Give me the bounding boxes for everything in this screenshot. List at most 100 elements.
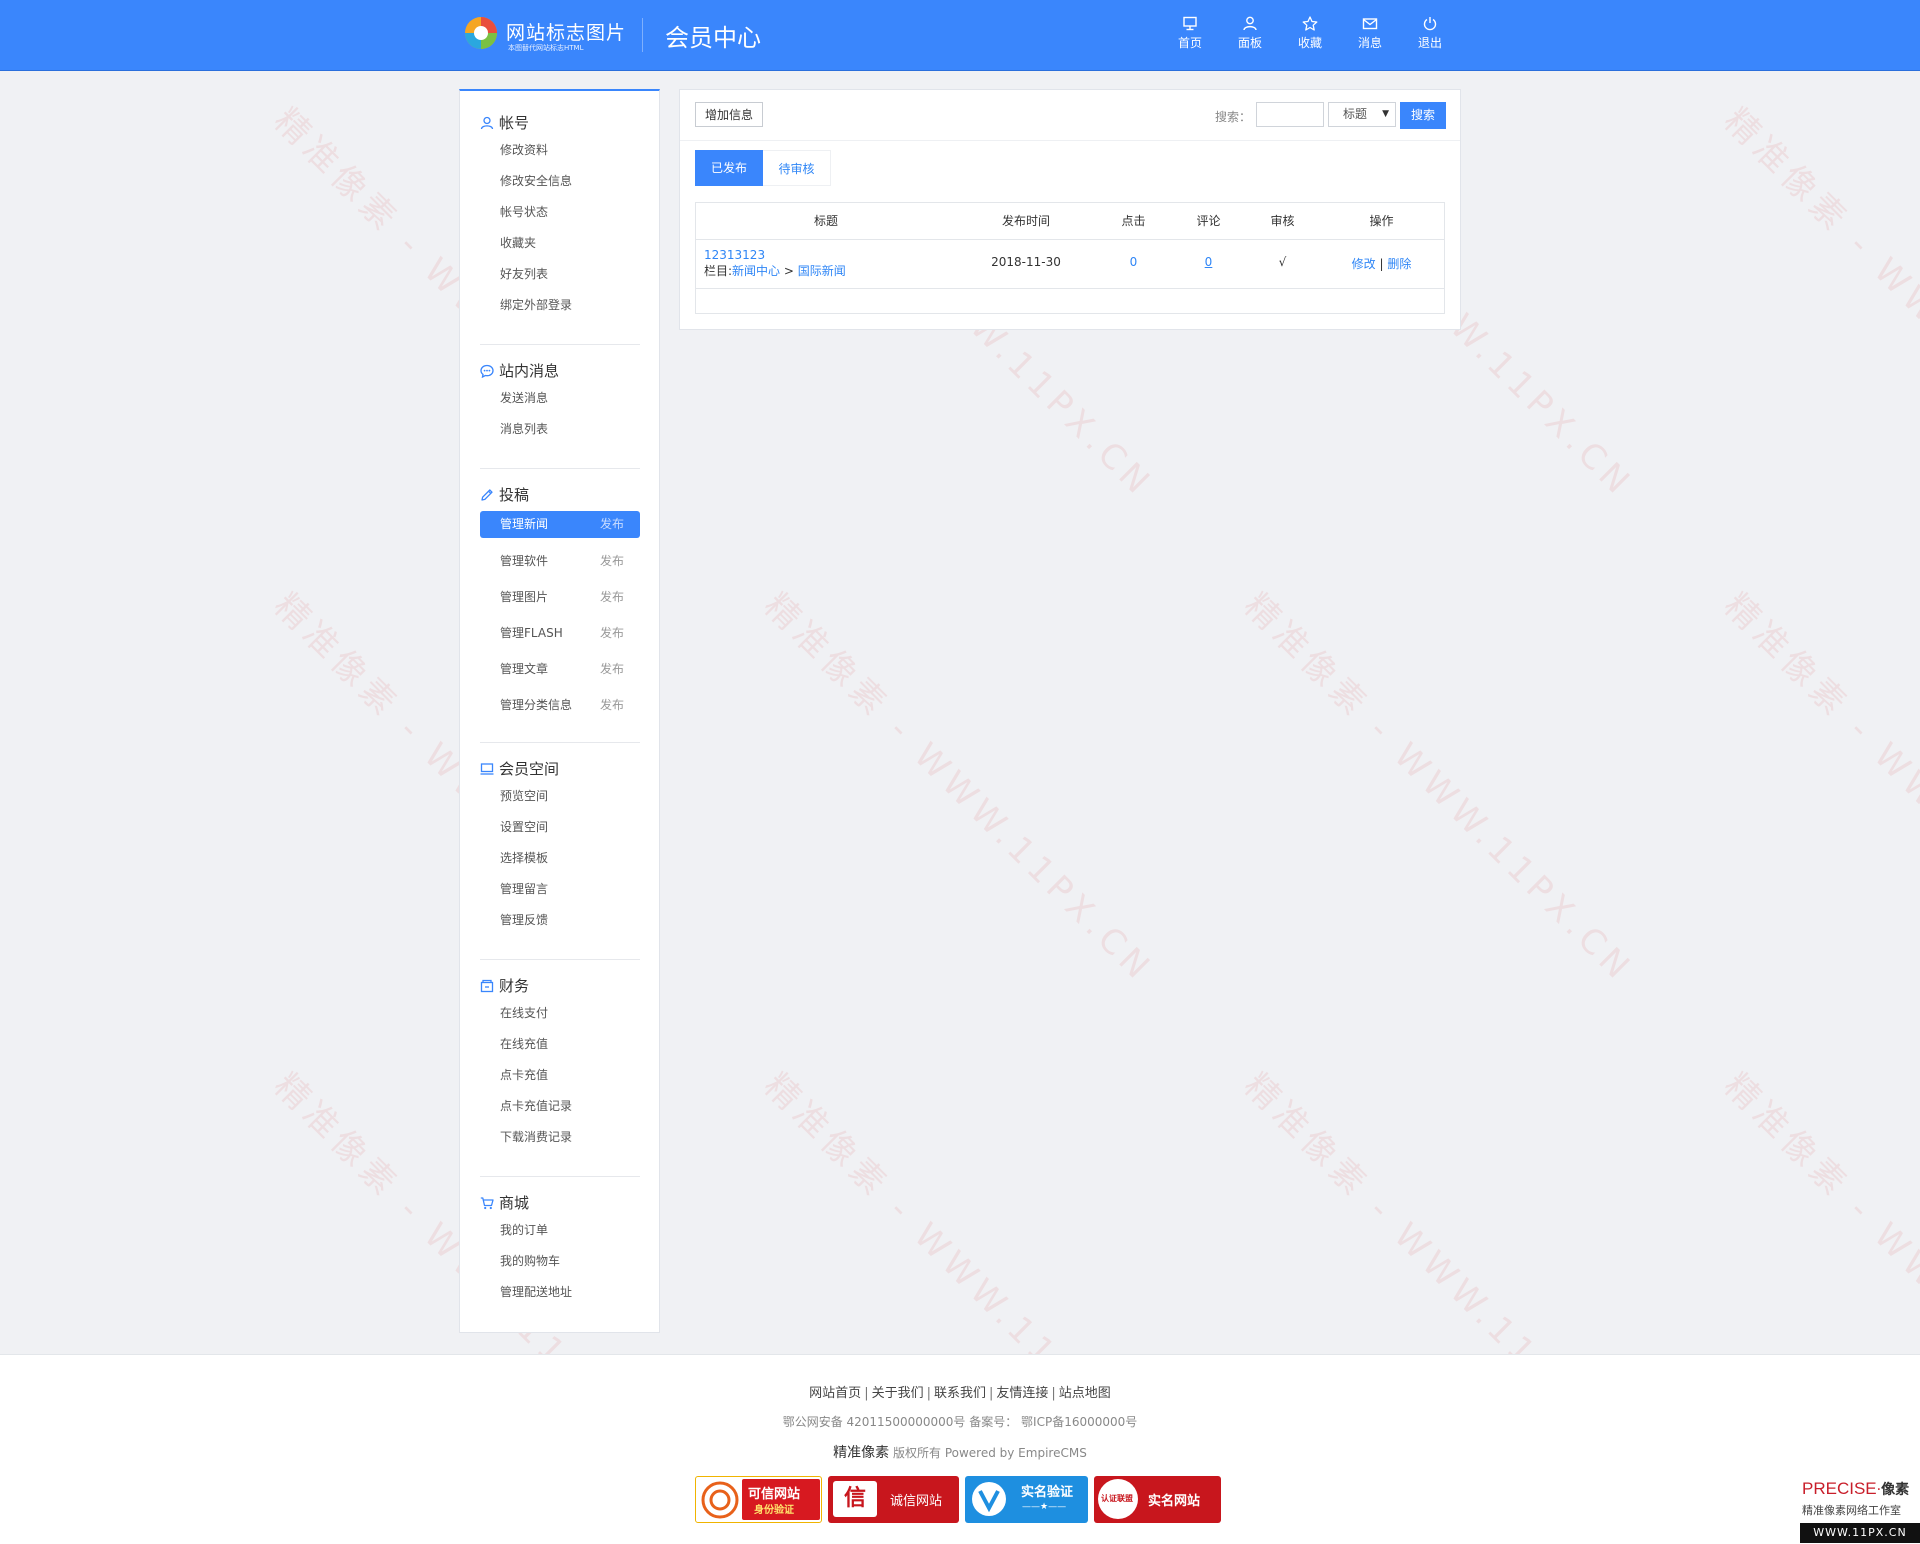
column-header-clicks: 点击 xyxy=(1121,214,1146,228)
badge-trusted-site[interactable]: 可信网站 身份验证 xyxy=(695,1476,822,1523)
nav-panel[interactable]: 面板 xyxy=(1220,16,1280,56)
footer-link-separator: | xyxy=(1051,1386,1056,1401)
sidebar-heading-label: 帐号 xyxy=(499,114,530,132)
search-input[interactable] xyxy=(1256,102,1324,127)
publish-link[interactable]: 发布 xyxy=(600,615,624,651)
nav-favorites[interactable]: 收藏 xyxy=(1280,16,1340,56)
edit-link[interactable]: 修改 xyxy=(1352,257,1376,271)
sidebar-heading: 商城 xyxy=(480,1191,640,1215)
footer: 网站首页 | 关于我们 | 联系我们 | 友情连接 | 站点地图 鄂公网安备 420115000… xyxy=(0,1354,1920,1544)
sidebar-group-submit: 投稿 管理新闻 发布 管理软件 发布 管理图片 发布 管理FLASH 发布 管理… xyxy=(480,483,640,723)
sidebar-item[interactable]: 管理配送地址 xyxy=(480,1277,640,1308)
sidebar-item[interactable]: 收藏夹 xyxy=(480,228,640,259)
publish-link[interactable]: 发布 xyxy=(600,579,624,615)
trusted-seal-icon xyxy=(701,1481,739,1519)
nav-logout[interactable]: 退出 xyxy=(1400,16,1460,56)
sidebar-item[interactable]: 管理反馈 xyxy=(480,905,640,936)
toolbar: 增加信息 搜索： 标题 ▼ 搜索 xyxy=(680,90,1460,141)
icp-record: 鄂公网安备 42011500000000号 备案号： 鄂ICP备16000000… xyxy=(782,1415,1138,1429)
sidebar-item-manage-classifieds[interactable]: 管理分类信息 发布 xyxy=(480,687,640,723)
category-prefix: 栏目: xyxy=(704,264,733,278)
v-seal-icon xyxy=(972,1482,1006,1516)
sidebar-item[interactable]: 发送消息 xyxy=(480,383,640,414)
date-cell: 2018-11-30 xyxy=(991,255,1061,269)
badge-integrity-site[interactable]: 信 诚信网站 xyxy=(828,1476,959,1523)
tab-pending[interactable]: 待审核 xyxy=(763,150,831,186)
sidebar-item-manage-flash[interactable]: 管理FLASH 发布 xyxy=(480,615,640,651)
sidebar-item[interactable]: 管理留言 xyxy=(480,874,640,905)
badge-realname-site[interactable]: 认证联盟 实名网站 xyxy=(1094,1476,1221,1523)
badge-title: 实名网站 xyxy=(1148,1494,1201,1509)
comments-link[interactable]: 0 xyxy=(1171,255,1246,269)
badge-title: 诚信网站 xyxy=(890,1494,943,1509)
sidebar-item[interactable]: 选择模板 xyxy=(480,843,640,874)
nav-home-label: 首页 xyxy=(1177,36,1202,50)
watermark: 精准像素 - WWW.11PX.CN xyxy=(1716,585,1920,991)
sidebar-item[interactable]: 点卡充值 xyxy=(480,1060,640,1091)
footer-link-home[interactable]: 网站首页 xyxy=(809,1386,861,1401)
sidebar-item[interactable]: 修改安全信息 xyxy=(480,166,640,197)
nav-messages[interactable]: 消息 xyxy=(1340,16,1400,56)
sidebar-item[interactable]: 绑定外部登录 xyxy=(480,290,640,321)
publish-link[interactable]: 发布 xyxy=(600,511,624,538)
logo-subtitle: 本图替代网站标志HTML xyxy=(508,44,584,52)
watermark: 精准像素 - WWW.11PX.CN xyxy=(1716,100,1920,506)
sidebar-item-manage-images[interactable]: 管理图片 发布 xyxy=(480,579,640,615)
sidebar-item-label: 管理新闻 xyxy=(500,517,549,531)
category-parent-link[interactable]: 新闻中心 xyxy=(732,264,780,278)
delete-link[interactable]: 删除 xyxy=(1387,257,1411,271)
top-nav: 首页 面板 收藏 消息 退出 xyxy=(1160,16,1460,56)
sidebar-item[interactable]: 下载消费记录 xyxy=(480,1122,640,1153)
search-field-select[interactable]: 标题 ▼ xyxy=(1328,102,1396,127)
sidebar-item[interactable]: 预览空间 xyxy=(480,781,640,812)
sidebar-item[interactable]: 我的订单 xyxy=(480,1215,640,1246)
news-table: 标题 发布时间 点击 评论 审核 操作 12313123 栏目:新闻中心 > 国… xyxy=(695,202,1445,314)
sidebar-item[interactable]: 好友列表 xyxy=(480,259,640,290)
user-icon xyxy=(480,116,494,130)
publish-link[interactable]: 发布 xyxy=(600,687,624,723)
sidebar-item-label: 管理FLASH xyxy=(500,626,563,640)
sidebar-item[interactable]: 在线支付 xyxy=(480,998,640,1029)
footer-link-contact[interactable]: 联系我们 xyxy=(934,1386,986,1401)
footer-link-sitemap[interactable]: 站点地图 xyxy=(1059,1386,1111,1401)
footer-link-separator: | xyxy=(989,1386,994,1401)
sidebar-group-account: 帐号 修改资料 修改安全信息 帐号状态 收藏夹 好友列表 绑定外部登录 xyxy=(480,111,640,321)
sidebar-divider xyxy=(480,742,640,743)
sidebar-item-manage-articles[interactable]: 管理文章 发布 xyxy=(480,651,640,687)
search-button[interactable]: 搜索 xyxy=(1400,102,1446,129)
sidebar-item-manage-news[interactable]: 管理新闻 发布 xyxy=(480,511,640,538)
cart-icon xyxy=(480,1197,494,1210)
sidebar-item-label: 管理图片 xyxy=(500,590,549,604)
sidebar-heading-label: 投稿 xyxy=(499,486,530,504)
category-separator: > xyxy=(783,264,794,278)
corner-brand-cn: 像素 xyxy=(1881,1482,1910,1498)
site-logo[interactable]: 网站标志图片 本图替代网站标志HTML xyxy=(464,16,644,56)
wallet-icon xyxy=(480,979,494,993)
add-info-button[interactable]: 增加信息 xyxy=(695,102,763,127)
sidebar-item[interactable]: 在线充值 xyxy=(480,1029,640,1060)
sidebar-item[interactable]: 设置空间 xyxy=(480,812,640,843)
badge-realname-verified[interactable]: 实名验证 ——★—— xyxy=(965,1476,1088,1523)
category-child-link[interactable]: 国际新闻 xyxy=(798,264,846,278)
footer-link-about[interactable]: 关于我们 xyxy=(872,1386,924,1401)
clicks-cell: 0 xyxy=(1129,255,1138,269)
sidebar-item[interactable]: 我的购物车 xyxy=(480,1246,640,1277)
badge-title: 可信网站 xyxy=(748,1487,801,1502)
news-title-link[interactable]: 12313123 xyxy=(704,248,765,262)
tab-published[interactable]: 已发布 xyxy=(695,150,763,186)
nav-home[interactable]: 首页 xyxy=(1160,16,1220,56)
sidebar-item[interactable]: 修改资料 xyxy=(480,135,640,166)
sidebar-heading-label: 站内消息 xyxy=(499,362,560,380)
sidebar-item[interactable]: 帐号状态 xyxy=(480,197,640,228)
sidebar-item[interactable]: 消息列表 xyxy=(480,414,640,445)
badge-title: 实名验证 xyxy=(1021,1485,1074,1500)
sidebar-item[interactable]: 点卡充值记录 xyxy=(480,1091,640,1122)
sidebar: 帐号 修改资料 修改安全信息 帐号状态 收藏夹 好友列表 绑定外部登录 站内消息… xyxy=(459,89,660,1333)
publish-link[interactable]: 发布 xyxy=(600,543,624,579)
envelope-icon xyxy=(1362,18,1378,30)
corner-brand: PRECISE·像素 精准像素网络工作室 WWW.11PX.CN xyxy=(1800,1477,1920,1543)
sidebar-heading: 站内消息 xyxy=(480,359,640,383)
footer-link-friends[interactable]: 友情连接 xyxy=(996,1386,1048,1401)
sidebar-item-manage-software[interactable]: 管理软件 发布 xyxy=(480,543,640,579)
publish-link[interactable]: 发布 xyxy=(600,651,624,687)
